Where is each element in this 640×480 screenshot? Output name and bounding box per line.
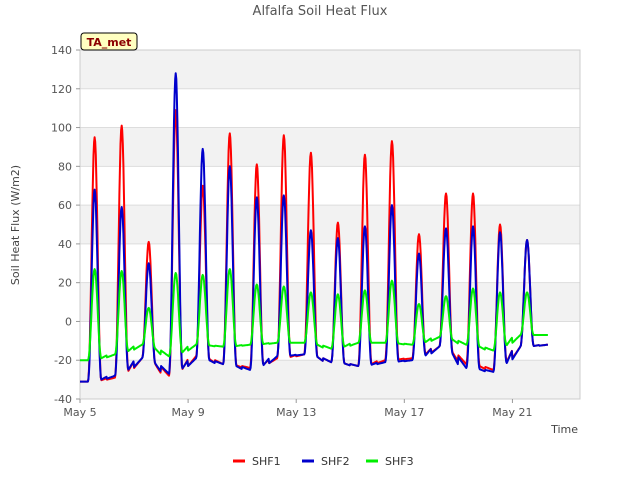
legend: SHF1 SHF2 SHF3 [233, 455, 414, 468]
y-tick-label: -40 [54, 393, 72, 406]
soil-heat-flux-chart: Alfalfa Soil Heat Flux -40 -20 0 20 40 60 80 10… [0, 0, 640, 480]
y-tick-label: -20 [54, 354, 72, 367]
y-tick-label: 60 [58, 199, 72, 212]
y-tick-label: 140 [51, 44, 72, 57]
station-badge: TA_met [80, 32, 138, 51]
y-tick-label: 100 [51, 122, 72, 135]
y-axis-title: Soil Heat Flux (W/m2) [9, 165, 22, 285]
background-band [80, 127, 580, 167]
legend-label-shf1: SHF1 [252, 455, 281, 468]
y-tick-label: 120 [51, 83, 72, 96]
y-tick-label: 20 [58, 277, 72, 290]
y-tick-label: 40 [58, 238, 72, 251]
y-tick-label: 80 [58, 160, 72, 173]
x-tick-label: May 5 [63, 406, 96, 419]
y-tick-label: 0 [65, 315, 72, 328]
station-badge-label: TA_met [87, 36, 132, 49]
x-axis-title: Time [550, 423, 578, 436]
x-tick-label: May 17 [384, 406, 424, 419]
legend-label-shf2: SHF2 [321, 455, 350, 468]
chart-title: Alfalfa Soil Heat Flux [253, 4, 388, 19]
legend-label-shf3: SHF3 [385, 455, 414, 468]
background-band [80, 205, 580, 244]
x-tick-label: May 13 [276, 406, 316, 419]
background-band [80, 360, 580, 399]
x-tick-label: May 21 [492, 406, 532, 419]
background-band [80, 282, 580, 322]
background-band [80, 50, 580, 89]
x-tick-label: May 9 [171, 406, 204, 419]
